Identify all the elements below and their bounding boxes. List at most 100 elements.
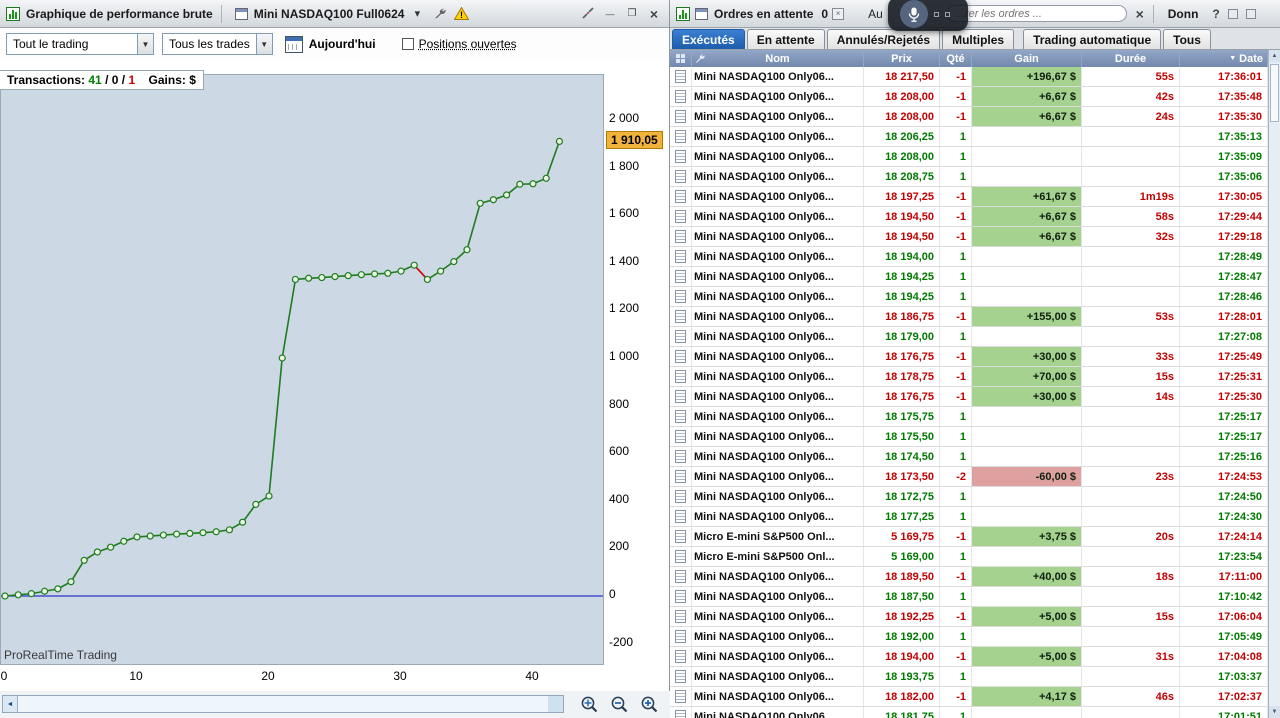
table-row[interactable]: Mini NASDAQ100 Only06... 18 194,50 -1 +6,67… xyxy=(670,227,1268,247)
scroll-up-icon[interactable] xyxy=(1269,50,1280,62)
table-row[interactable]: Mini NASDAQ100 Only06... 18 177,25 1 17:24:… xyxy=(670,507,1268,527)
table-row[interactable]: Mini NASDAQ100 Only06... 18 178,75 -1 +70,0… xyxy=(670,367,1268,387)
microphone-icon[interactable] xyxy=(900,0,928,28)
open-positions-checkbox[interactable] xyxy=(402,38,414,50)
order-details-icon[interactable] xyxy=(675,550,686,563)
clear-filter-icon[interactable] xyxy=(832,8,844,20)
table-row[interactable]: Mini NASDAQ100 Only06... 18 192,00 1 17:05:… xyxy=(670,627,1268,647)
order-details-icon[interactable] xyxy=(675,170,686,183)
table-row[interactable]: Mini NASDAQ100 Only06... 18 175,75 1 17:25:… xyxy=(670,407,1268,427)
order-details-icon[interactable] xyxy=(675,430,686,443)
order-details-icon[interactable] xyxy=(675,690,686,703)
table-row[interactable]: Mini NASDAQ100 Only06... 18 208,75 1 17:35:… xyxy=(670,167,1268,187)
table-row[interactable]: Mini NASDAQ100 Only06... 18 176,75 -1 +30,0… xyxy=(670,387,1268,407)
table-row[interactable]: Mini NASDAQ100 Only06... 18 208,00 -1 +6,67… xyxy=(670,87,1268,107)
order-details-icon[interactable] xyxy=(675,110,686,123)
orders-search-input[interactable] xyxy=(947,5,1127,22)
horizontal-scrollbar[interactable] xyxy=(2,695,564,713)
tab-multiples[interactable]: Multiples xyxy=(942,29,1014,49)
tab-tous[interactable]: Tous xyxy=(1163,29,1211,49)
order-details-icon[interactable] xyxy=(675,310,686,323)
order-details-icon[interactable] xyxy=(675,710,686,718)
order-details-icon[interactable] xyxy=(675,270,686,283)
column-header-icons[interactable] xyxy=(670,50,692,67)
order-details-icon[interactable] xyxy=(675,530,686,543)
order-details-icon[interactable] xyxy=(675,630,686,643)
table-row[interactable]: Mini NASDAQ100 Only06... 18 208,00 1 17:35:… xyxy=(670,147,1268,167)
order-details-icon[interactable] xyxy=(675,590,686,603)
open-positions-label[interactable]: Positions ouvertes xyxy=(419,37,517,51)
warning-icon[interactable]: ! xyxy=(452,6,470,22)
order-details-icon[interactable] xyxy=(675,370,686,383)
scroll-down-icon[interactable] xyxy=(1269,706,1280,718)
column-header-nom[interactable]: Nom xyxy=(692,50,864,67)
column-header-gain[interactable]: Gain xyxy=(972,50,1082,67)
instrument-tab-label[interactable]: Mini NASDAQ100 Full0624 xyxy=(254,7,405,21)
help-icon[interactable]: ? xyxy=(1212,7,1219,21)
order-details-icon[interactable] xyxy=(675,130,686,143)
maximize-icon[interactable] xyxy=(623,6,641,22)
tab-annul-s-rejet-s[interactable]: Annulés/Rejetés xyxy=(827,29,940,49)
order-details-icon[interactable] xyxy=(675,90,686,103)
order-details-icon[interactable] xyxy=(675,670,686,683)
order-details-icon[interactable] xyxy=(675,490,686,503)
column-header-dure[interactable]: Durée xyxy=(1082,50,1180,67)
zoom-out-icon[interactable] xyxy=(606,693,632,715)
table-row[interactable]: Mini NASDAQ100 Only06... 18 187,50 1 17:10:… xyxy=(670,587,1268,607)
table-row[interactable]: Mini NASDAQ100 Only06... 18 193,75 1 17:03:… xyxy=(670,667,1268,687)
zoom-in-icon[interactable] xyxy=(636,693,662,715)
trading-scope-select[interactable]: Tout le trading ▼ xyxy=(6,33,154,55)
scroll-left-icon[interactable] xyxy=(3,696,18,712)
tab-en-attente[interactable]: En attente xyxy=(747,29,825,49)
table-row[interactable]: Mini NASDAQ100 Only06... 18 186,75 -1 +155,… xyxy=(670,307,1268,327)
table-row[interactable]: Mini NASDAQ100 Only06... 18 197,25 -1 +61,6… xyxy=(670,187,1268,207)
table-row[interactable]: Mini NASDAQ100 Only06... 18 174,50 1 17:25:… xyxy=(670,447,1268,467)
order-details-icon[interactable] xyxy=(675,210,686,223)
table-row[interactable]: Mini NASDAQ100 Only06... 18 175,50 1 17:25:… xyxy=(670,427,1268,447)
table-row[interactable]: Mini NASDAQ100 Only06... 18 194,00 -1 +5,00… xyxy=(670,647,1268,667)
table-row[interactable]: Mini NASDAQ100 Only06... 18 208,00 -1 +6,67… xyxy=(670,107,1268,127)
tab-ex-cut-s[interactable]: Exécutés xyxy=(672,29,745,49)
chevron-down-icon[interactable] xyxy=(408,6,426,22)
chart-plot-area[interactable] xyxy=(0,74,604,665)
window-button-icon[interactable] xyxy=(1228,9,1238,19)
scrollbar-thumb[interactable] xyxy=(1270,64,1279,122)
calendar-icon[interactable] xyxy=(285,36,303,53)
column-header-date[interactable]: Date xyxy=(1180,50,1268,67)
table-row[interactable]: Mini NASDAQ100 Only06... 18 176,75 -1 +30,0… xyxy=(670,347,1268,367)
table-row[interactable]: Mini NASDAQ100 Only06... 18 179,00 1 17:27:… xyxy=(670,327,1268,347)
search-close-icon[interactable] xyxy=(1131,6,1149,22)
order-details-icon[interactable] xyxy=(675,350,686,363)
scrollbar-thumb[interactable] xyxy=(18,696,548,712)
order-details-icon[interactable] xyxy=(675,510,686,523)
minimize-icon[interactable] xyxy=(601,6,619,22)
table-row[interactable]: Mini NASDAQ100 Only06... 18 192,25 -1 +5,00… xyxy=(670,607,1268,627)
order-details-icon[interactable] xyxy=(675,390,686,403)
column-header-prix[interactable]: Prix xyxy=(864,50,940,67)
table-row[interactable]: Mini NASDAQ100 Only06... 18 194,25 1 17:28:… xyxy=(670,287,1268,307)
table-row[interactable]: Mini NASDAQ100 Only06... 18 172,75 1 17:24:… xyxy=(670,487,1268,507)
disconnect-icon[interactable] xyxy=(579,6,597,22)
order-details-icon[interactable] xyxy=(675,250,686,263)
column-header-qt[interactable]: Qté xyxy=(940,50,972,67)
order-details-icon[interactable] xyxy=(675,470,686,483)
trades-filter-select[interactable]: Tous les trades ▼ xyxy=(162,33,273,55)
table-row[interactable]: Mini NASDAQ100 Only06... 18 189,50 -1 +40,0… xyxy=(670,567,1268,587)
tab-trading-automatique[interactable]: Trading automatique xyxy=(1023,29,1161,49)
table-row[interactable]: Mini NASDAQ100 Only06... 18 217,50 -1 +196,… xyxy=(670,67,1268,87)
order-details-icon[interactable] xyxy=(675,330,686,343)
table-row[interactable]: Mini NASDAQ100 Only06... 18 206,25 1 17:35:… xyxy=(670,127,1268,147)
table-row[interactable]: Mini NASDAQ100 Only06... 18 194,00 1 17:28:… xyxy=(670,247,1268,267)
order-details-icon[interactable] xyxy=(675,650,686,663)
table-row[interactable]: Micro E-mini S&P500 Onl... 5 169,75 -1 +3,7… xyxy=(670,527,1268,547)
order-details-icon[interactable] xyxy=(675,190,686,203)
order-details-icon[interactable] xyxy=(675,570,686,583)
vertical-scrollbar[interactable] xyxy=(1268,50,1280,718)
order-details-icon[interactable] xyxy=(675,230,686,243)
table-row[interactable]: Mini NASDAQ100 Only06... 18 194,25 1 17:28:… xyxy=(670,267,1268,287)
table-row[interactable]: Mini NASDAQ100 Only06... 18 173,50 -2 -60,0… xyxy=(670,467,1268,487)
order-details-icon[interactable] xyxy=(675,450,686,463)
table-row[interactable]: Mini NASDAQ100 Only06... 18 181,75 1 17:01:… xyxy=(670,707,1268,718)
table-row[interactable]: Mini NASDAQ100 Only06... 18 182,00 -1 +4,17… xyxy=(670,687,1268,707)
today-label[interactable]: Aujourd'hui xyxy=(309,37,376,51)
